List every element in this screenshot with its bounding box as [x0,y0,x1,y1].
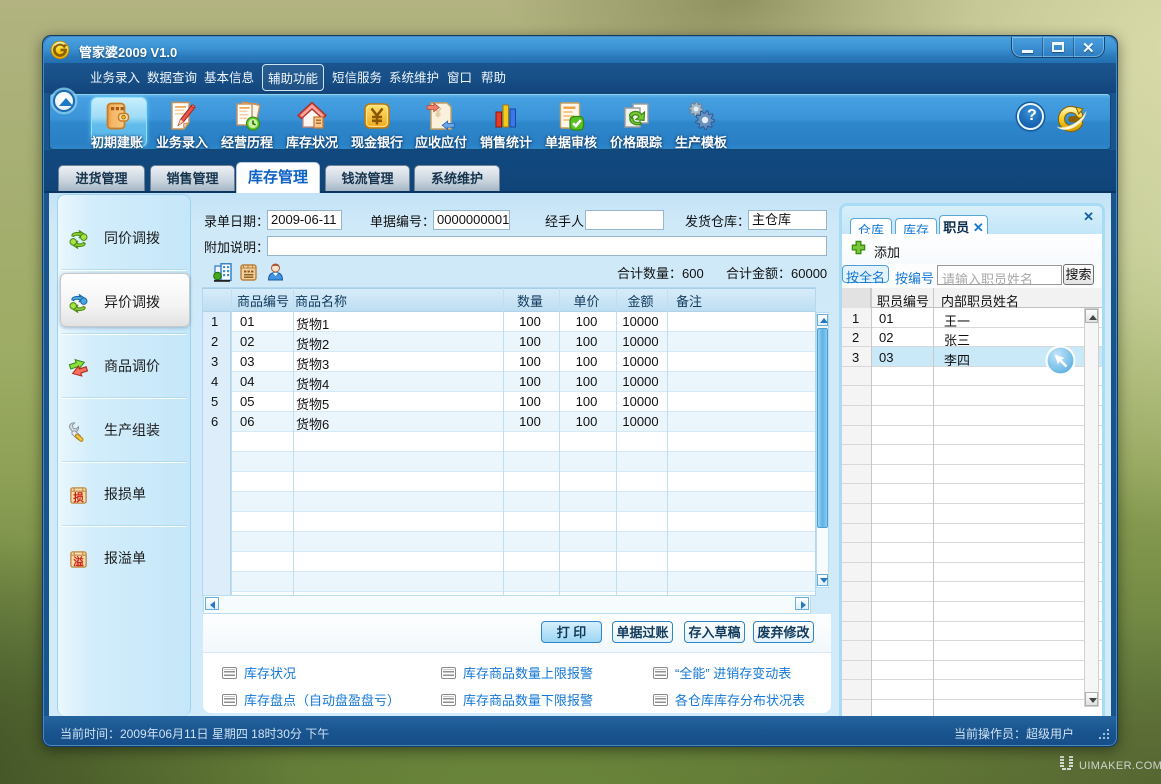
svg-text:溢: 溢 [73,555,84,568]
svg-text:损: 损 [73,491,84,504]
